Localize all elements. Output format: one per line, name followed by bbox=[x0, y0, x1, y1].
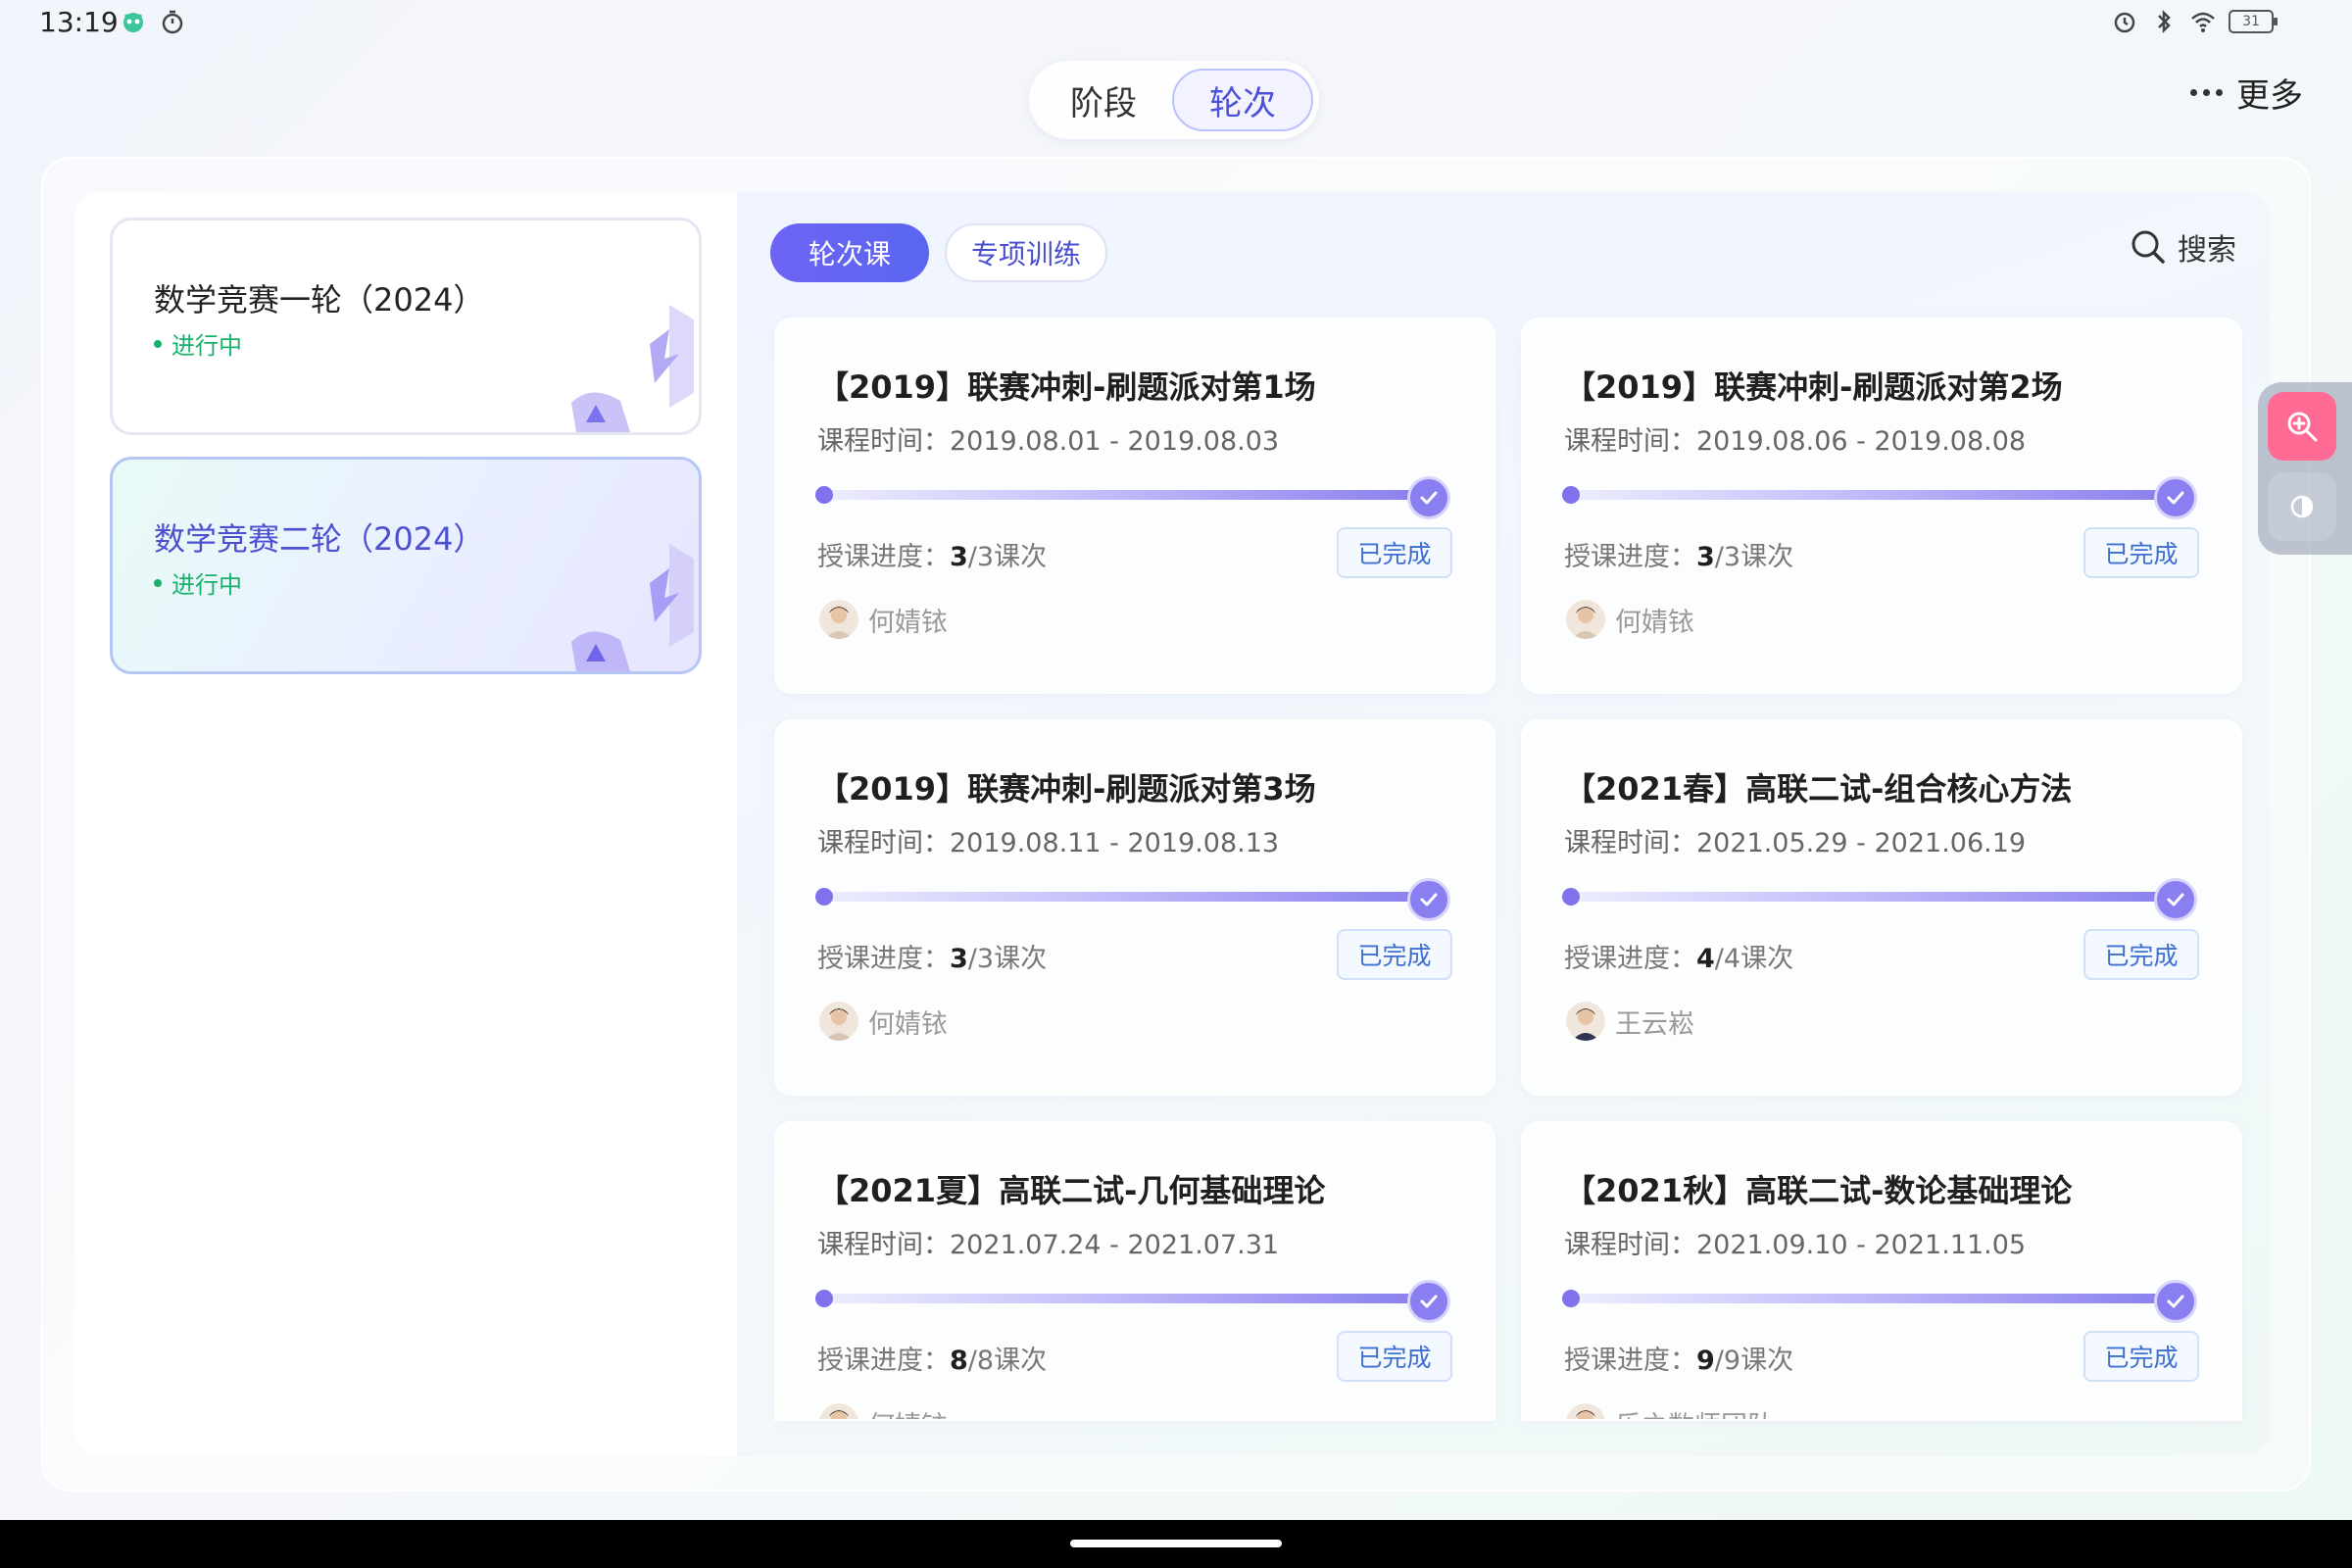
course-progress-text: 授课进度：4/4课次 bbox=[1564, 944, 1794, 974]
course-progress-track bbox=[1566, 490, 2164, 500]
course-time: 课程时间：2019.08.01 - 2019.08.03 bbox=[817, 426, 1280, 457]
course-time: 课程时间：2021.05.29 - 2021.06.19 bbox=[1564, 828, 2027, 858]
course-card[interactable]: 【2019】联赛冲刺-刷题派对第2场 课程时间：2019.08.06 - 201… bbox=[1521, 318, 2242, 694]
course-teacher: 王云崧 bbox=[1566, 1002, 1694, 1041]
course-time: 课程时间：2019.08.06 - 2019.08.08 bbox=[1564, 426, 2027, 457]
more-label: 更多 bbox=[2236, 76, 2303, 116]
course-card[interactable]: 【2021夏】高联二试-几何基础理论 课程时间：2021.07.24 - 202… bbox=[774, 1121, 1495, 1421]
status-badge: 已完成 bbox=[2083, 929, 2199, 980]
teacher-avatar bbox=[819, 1403, 858, 1419]
course-teacher: 何婧铱 bbox=[1566, 600, 1694, 639]
teacher-name: 乐之数师团队 bbox=[1615, 1404, 1774, 1420]
status-badge: 已完成 bbox=[2083, 1331, 2199, 1382]
search-button[interactable]: 搜索 bbox=[2129, 225, 2236, 269]
alarm-icon bbox=[2114, 12, 2135, 33]
teacher-name: 何婧铱 bbox=[868, 1404, 948, 1420]
teacher-name: 何婧铱 bbox=[1615, 607, 1694, 638]
course-progress-text: 授课进度：3/3课次 bbox=[817, 542, 1048, 572]
course-title: 【2021春】高联二试-组合核心方法 bbox=[1564, 770, 2073, 808]
progress-complete-check-icon bbox=[2154, 878, 2197, 921]
view-mode-switch: 阶段 轮次 bbox=[1029, 61, 1319, 139]
course-progress-track bbox=[819, 1294, 1417, 1303]
course-card[interactable]: 【2019】联赛冲刺-刷题派对第1场 课程时间：2019.08.01 - 201… bbox=[774, 318, 1495, 694]
zoom-in-icon bbox=[2287, 412, 2318, 442]
search-label: 搜索 bbox=[2178, 233, 2236, 268]
status-badge: 已完成 bbox=[1337, 527, 1452, 578]
status-bar: 13:19 31 bbox=[0, 0, 2352, 49]
progress-complete-check-icon bbox=[2154, 476, 2197, 519]
contrast-icon bbox=[2290, 495, 2314, 518]
app-mascot-icon bbox=[123, 13, 143, 32]
teacher-avatar bbox=[819, 600, 858, 639]
course-title: 【2019】联赛冲刺-刷题派对第1场 bbox=[817, 368, 1316, 406]
course-teacher: 何婧铱 bbox=[819, 1002, 948, 1041]
wifi-icon bbox=[2191, 12, 2215, 32]
search-icon bbox=[2132, 230, 2165, 264]
status-badge: 已完成 bbox=[2083, 527, 2199, 578]
course-time: 课程时间：2021.09.10 - 2021.11.05 bbox=[1564, 1230, 2027, 1260]
teacher-name: 王云崧 bbox=[1615, 1008, 1694, 1040]
progress-complete-check-icon bbox=[1407, 476, 1450, 519]
floating-toolbar bbox=[2258, 382, 2352, 555]
course-card[interactable]: 【2021秋】高联二试-数论基础理论 课程时间：2021.09.10 - 202… bbox=[1521, 1121, 2242, 1421]
round-title: 数学竞赛二轮（2024） bbox=[154, 520, 485, 558]
teacher-avatar bbox=[1566, 1002, 1605, 1041]
course-progress-text: 授课进度：9/9课次 bbox=[1564, 1346, 1794, 1376]
progress-complete-check-icon bbox=[2154, 1280, 2197, 1323]
course-progress-track bbox=[819, 892, 1417, 902]
more-dots-icon bbox=[2190, 89, 2223, 96]
course-card[interactable]: 【2019】联赛冲刺-刷题派对第3场 课程时间：2019.08.11 - 201… bbox=[774, 719, 1495, 1096]
progress-start-dot bbox=[815, 888, 833, 906]
course-progress-track bbox=[1566, 892, 2164, 902]
course-time: 课程时间：2019.08.11 - 2019.08.13 bbox=[817, 828, 1280, 858]
progress-start-dot bbox=[815, 486, 833, 504]
status-time: 13:19 bbox=[39, 6, 119, 38]
teacher-name: 何婧铱 bbox=[868, 1008, 948, 1040]
course-title: 【2021秋】高联二试-数论基础理论 bbox=[1564, 1172, 2073, 1209]
progress-start-dot bbox=[815, 1290, 833, 1307]
progress-complete-check-icon bbox=[1407, 878, 1450, 921]
course-card[interactable]: 【2021春】高联二试-组合核心方法 课程时间：2021.05.29 - 202… bbox=[1521, 719, 2242, 1096]
course-time: 课程时间：2021.07.24 - 2021.07.31 bbox=[817, 1230, 1280, 1260]
course-progress-track bbox=[1566, 1294, 2164, 1303]
more-button[interactable]: 更多 bbox=[2190, 69, 2303, 117]
teacher-avatar bbox=[1566, 600, 1605, 639]
progress-start-dot bbox=[1562, 888, 1580, 906]
round-status: 进行中 bbox=[154, 326, 242, 361]
teacher-avatar bbox=[1566, 1403, 1605, 1419]
course-progress-text: 授课进度：3/3课次 bbox=[1564, 542, 1794, 572]
course-title: 【2021夏】高联二试-几何基础理论 bbox=[817, 1172, 1326, 1209]
course-teacher: 何婧铱 bbox=[819, 1403, 948, 1420]
progress-complete-check-icon bbox=[1407, 1280, 1450, 1323]
switch-stage[interactable]: 阶段 bbox=[1035, 69, 1172, 131]
round-title: 数学竞赛一轮（2024） bbox=[154, 281, 485, 318]
round-decoration-icon bbox=[571, 544, 694, 671]
switch-round[interactable]: 轮次 bbox=[1172, 69, 1313, 131]
round-card-1[interactable]: 数学竞赛一轮（2024） 进行中 bbox=[110, 218, 702, 435]
course-teacher: 乐之数师团队 bbox=[1566, 1403, 1774, 1420]
round-card-2[interactable]: 数学竞赛二轮（2024） 进行中 bbox=[110, 457, 702, 674]
zoom-tool-button[interactable] bbox=[2268, 392, 2336, 461]
teacher-avatar bbox=[819, 1002, 858, 1041]
timer-icon bbox=[162, 10, 183, 34]
course-progress-track bbox=[819, 490, 1417, 500]
course-title: 【2019】联赛冲刺-刷题派对第2场 bbox=[1564, 368, 2063, 406]
tab-round-course[interactable]: 轮次课 bbox=[770, 223, 929, 282]
battery-icon: 31 bbox=[2229, 10, 2278, 33]
contrast-tool-button[interactable] bbox=[2268, 472, 2336, 541]
status-badge: 已完成 bbox=[1337, 1331, 1452, 1382]
tab-special-training[interactable]: 专项训练 bbox=[945, 223, 1107, 282]
course-progress-text: 授课进度：3/3课次 bbox=[817, 944, 1048, 974]
status-badge: 已完成 bbox=[1337, 929, 1452, 980]
round-status: 进行中 bbox=[154, 565, 242, 600]
course-title: 【2019】联赛冲刺-刷题派对第3场 bbox=[817, 770, 1316, 808]
progress-start-dot bbox=[1562, 1290, 1580, 1307]
course-progress-text: 授课进度：8/8课次 bbox=[817, 1346, 1048, 1376]
round-decoration-icon bbox=[571, 305, 694, 432]
bluetooth-icon bbox=[2158, 9, 2171, 34]
teacher-name: 何婧铱 bbox=[868, 607, 948, 638]
progress-start-dot bbox=[1562, 486, 1580, 504]
home-indicator[interactable] bbox=[1070, 1540, 1282, 1547]
course-teacher: 何婧铱 bbox=[819, 600, 948, 639]
